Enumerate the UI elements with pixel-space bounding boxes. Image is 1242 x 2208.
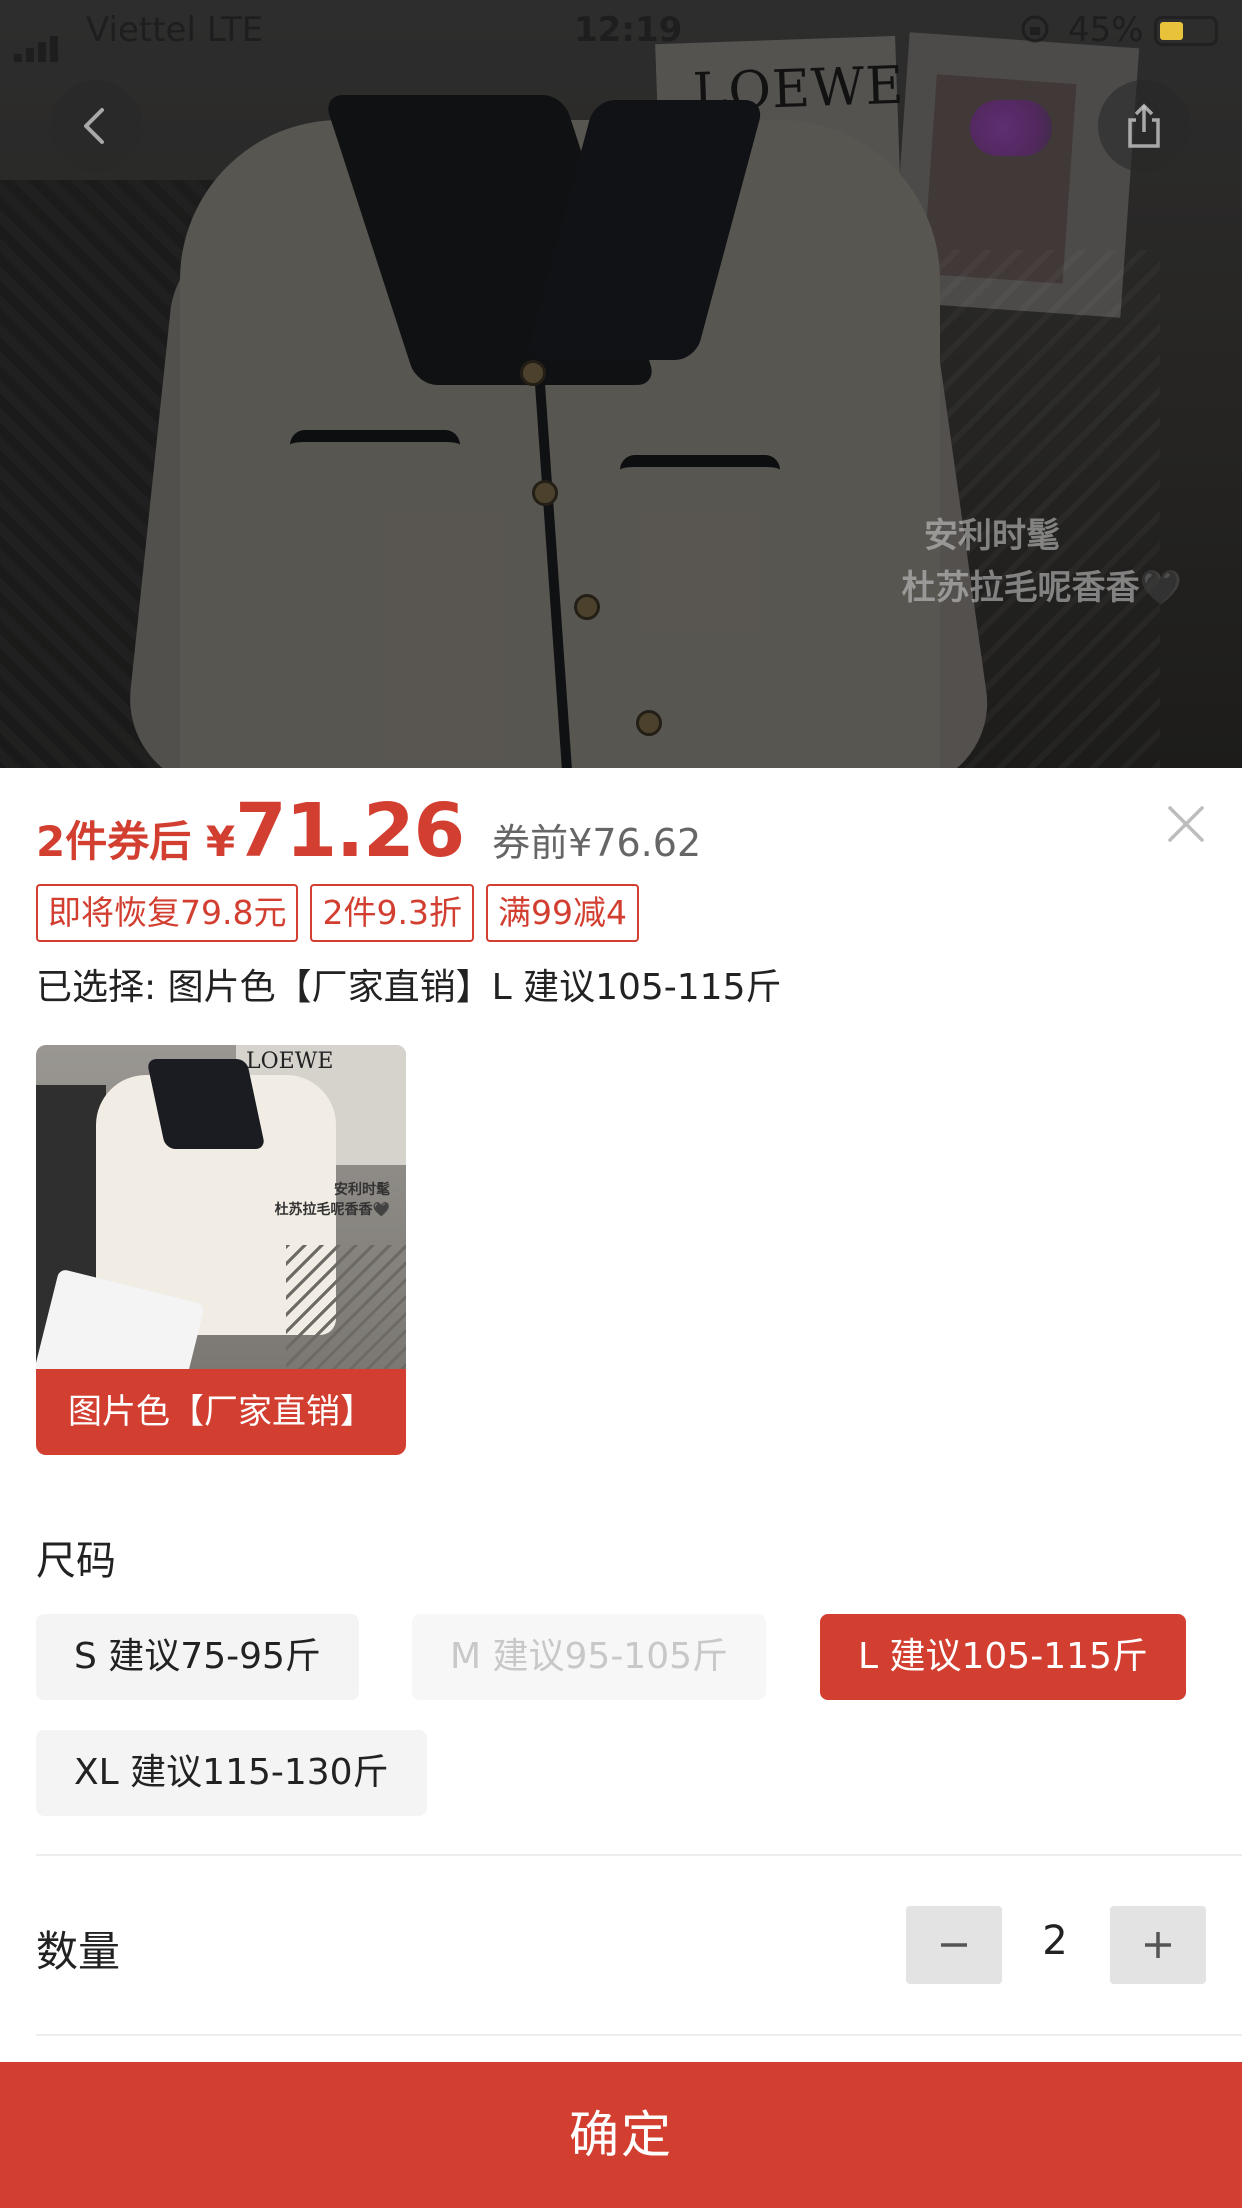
close-button[interactable]: [1164, 802, 1208, 846]
share-button[interactable]: [1098, 80, 1190, 172]
clock: 12:19: [574, 10, 683, 50]
thumb-watermark: 安利时髦 杜苏拉毛呢香香🖤: [274, 1182, 390, 1218]
divider: [36, 2034, 1242, 2036]
size-option-xl[interactable]: XL 建议115-130斤: [36, 1730, 427, 1816]
size-option-l[interactable]: L 建议105-115斤: [820, 1614, 1186, 1700]
signal-icon: [14, 22, 62, 62]
carrier-label: Viettel LTE: [86, 10, 264, 50]
share-icon: [1128, 103, 1160, 148]
dim-overlay: [0, 0, 1242, 768]
orientation-lock-icon: [1020, 14, 1050, 52]
photo-watermark-line1: 安利时髦: [924, 516, 1060, 556]
quantity-increase-button[interactable]: [1110, 1906, 1206, 1984]
chevron-left-icon: [84, 108, 104, 144]
photo-watermark-line2: 杜苏拉毛呢香香🖤: [901, 568, 1182, 608]
sku-selector-sheet: 2件券后 ¥ 71.26 券前¥76.62 即将恢复79.8元 2件9.3折 满…: [0, 768, 1242, 2208]
product-photo: LOEWE 安利时髦 杜苏拉毛呢香香🖤: [0, 0, 1242, 768]
quantity-value[interactable]: 2: [1030, 1918, 1080, 1964]
plus-icon: [1145, 1932, 1171, 1958]
battery-percent: 45%: [1068, 10, 1144, 50]
color-variant-option[interactable]: LOEWE 安利时髦 杜苏拉毛呢香香🖤 图片色【厂家直销】: [36, 1045, 406, 1455]
variant-thumbnail: LOEWE 安利时髦 杜苏拉毛呢香香🖤: [36, 1045, 406, 1369]
confirm-button[interactable]: 确定: [0, 2062, 1242, 2208]
minus-icon: [941, 1943, 967, 1947]
quantity-decrease-button[interactable]: [906, 1906, 1002, 1984]
price-before-coupon: 券前¥76.62: [492, 821, 702, 865]
close-icon: [1168, 806, 1204, 842]
promo-tag: 2件9.3折: [310, 884, 474, 942]
live-badge-icon: [970, 100, 1052, 156]
promo-tag: 即将恢复79.8元: [36, 884, 299, 942]
promo-tags: 即将恢复79.8元 2件9.3折 满99减4: [36, 884, 639, 942]
quantity-title: 数量: [36, 1927, 121, 1976]
price-value: 71.26: [235, 788, 465, 874]
divider: [36, 1854, 1242, 1856]
variant-label: 图片色【厂家直销】: [36, 1369, 406, 1455]
promo-tag: 满99减4: [485, 884, 639, 942]
thumb-magazine-brand: LOEWE: [246, 1049, 334, 1074]
price-row: 2件券后 ¥ 71.26 券前¥76.62: [36, 788, 702, 874]
size-option-m[interactable]: M 建议95-105斤: [412, 1614, 767, 1700]
size-option-s[interactable]: S 建议75-95斤: [36, 1614, 359, 1700]
back-button[interactable]: [50, 80, 142, 172]
size-section-title: 尺码: [36, 1538, 116, 1584]
battery-icon: [1154, 16, 1218, 46]
status-bar: Viettel LTE 12:19 45%: [0, 0, 1242, 62]
price-prefix: 2件券后 ¥: [36, 817, 236, 866]
selected-summary: 已选择: 图片色【厂家直销】L 建议105-115斤: [36, 967, 782, 1008]
